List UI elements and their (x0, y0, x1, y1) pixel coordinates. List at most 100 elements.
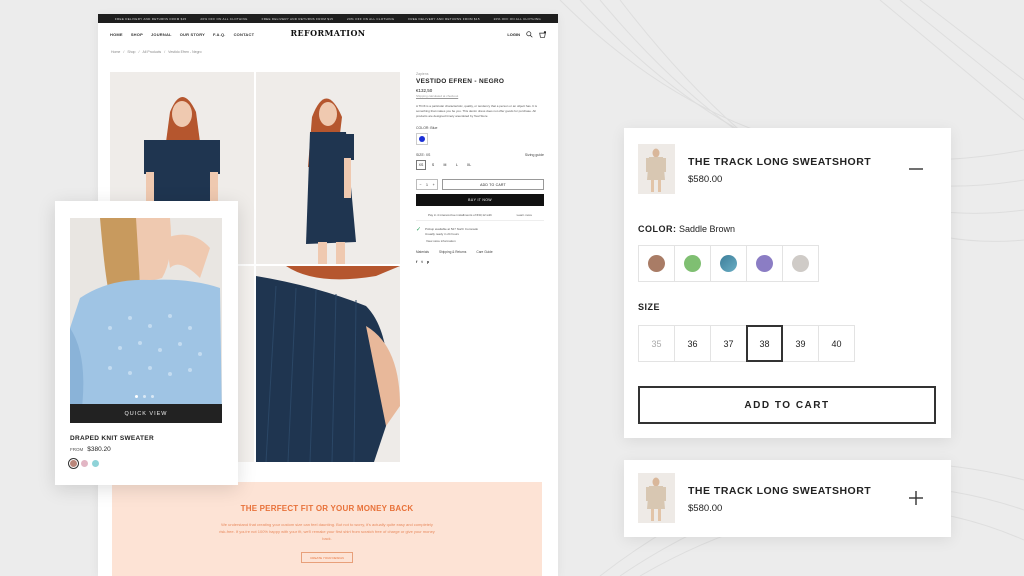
nav-link-journal[interactable]: JOURNAL (151, 32, 172, 37)
color-label-key: COLOR: (638, 224, 677, 234)
main-nav: HOME SHOP JOURNAL OUR STORY F.A.Q. CONTA… (98, 23, 558, 45)
quantity-stepper[interactable]: − 1 + (416, 179, 438, 190)
size-option[interactable]: 36 (674, 325, 711, 362)
product-price: $380.20 (87, 446, 111, 453)
color-swatch[interactable] (68, 458, 79, 469)
product-price: $580.00 (688, 174, 723, 185)
size-option[interactable]: XS (416, 160, 426, 170)
size-option[interactable]: M (440, 160, 450, 170)
product-thumbnail (638, 473, 675, 523)
create-design-button[interactable]: CREATE YOUR DESIGN (301, 552, 353, 563)
size-option[interactable]: L (452, 160, 462, 170)
announcement-bar: FREE DELIVERY AND RETURNS FROM $15 20% O… (98, 14, 558, 23)
add-to-cart-button[interactable]: ADD TO CART (442, 179, 544, 190)
size-option[interactable]: 39 (782, 325, 819, 362)
quick-view-card: QUICK VIEW DRAPED KNIT SWEATER FROM $380… (55, 201, 238, 485)
collapsed-product-card: THE TRACK LONG SWEATSHORT $580.00 (624, 460, 951, 537)
cart-icon[interactable] (539, 30, 546, 38)
product-brand[interactable]: Zapiens (416, 72, 544, 76)
product-image-detail-b[interactable] (256, 266, 400, 462)
color-label-value: Saddle Brown (679, 224, 736, 234)
product-name[interactable]: DRAPED KNIT SWEATER (70, 435, 154, 442)
store-logo[interactable]: REFORMATION (290, 28, 365, 38)
announcement-text: 20% OFF ON ALL CLOTHING (493, 16, 541, 21)
color-option-lavender[interactable] (746, 245, 783, 282)
size-option-selected[interactable]: 38 (746, 325, 783, 362)
variant-picker-card: THE TRACK LONG SWEATSHORT $580.00 COLOR:… (624, 128, 951, 438)
breadcrumb-all-products[interactable]: All Products (143, 50, 162, 54)
pickup-text: Pickup available at 527 North Coronado (425, 227, 479, 231)
product-price: €132,50 (416, 88, 433, 93)
search-icon[interactable] (526, 30, 533, 38)
price-prefix: FROM (70, 447, 84, 452)
announcement-text: FREE DELIVERY AND RETURNS FROM $15 (408, 16, 480, 21)
nav-link-home[interactable]: HOME (110, 32, 123, 37)
announcement-text: FREE DELIVERY AND RETURNS FROM $15 (261, 16, 334, 21)
nav-link-faq[interactable]: F.A.Q. (213, 32, 226, 37)
size-option-disabled: 35 (638, 325, 675, 362)
breadcrumb-shop[interactable]: Shop (127, 50, 135, 54)
color-option-teal[interactable] (710, 245, 747, 282)
facebook-icon[interactable]: f (416, 259, 417, 264)
plus-icon[interactable]: + (433, 183, 435, 187)
size-label: SIZE (638, 302, 661, 312)
size-option[interactable]: S (428, 160, 438, 170)
product-title: VESTIDO EFREN - NEGRO (416, 78, 505, 85)
nav-link-our-story[interactable]: OUR STORY (180, 32, 205, 37)
tab-care-guide[interactable]: Care Guide (476, 250, 492, 254)
product-title: THE TRACK LONG SWEATSHORT (688, 156, 872, 168)
login-link[interactable]: LOGIN (507, 32, 520, 37)
breadcrumb-separator: / (138, 50, 140, 54)
size-option[interactable]: XL (464, 160, 474, 170)
add-to-cart-button[interactable]: ADD TO CART (638, 386, 936, 424)
product-image-side[interactable] (256, 72, 400, 264)
breadcrumb-current: Vestido Efren - Negro (168, 50, 202, 54)
carousel-dots[interactable] (135, 395, 154, 398)
size-option[interactable]: 40 (818, 325, 855, 362)
check-icon: ✓ (416, 227, 422, 233)
breadcrumb-home[interactable]: Home (111, 50, 120, 54)
minus-icon[interactable]: − (419, 183, 421, 187)
size-guide-link[interactable]: Sizing guide (525, 153, 544, 157)
promo-text: We understand that creating your custom … (219, 522, 435, 541)
color-swatch[interactable] (81, 460, 88, 467)
product-title: THE TRACK LONG SWEATSHORT (688, 485, 872, 497)
product-info: Zapiens VESTIDO EFREN - NEGRO €132,50 Sh… (416, 72, 544, 264)
nav-link-contact[interactable]: CONTACT (234, 32, 255, 37)
buy-now-button[interactable]: BUY IT NOW (416, 194, 544, 206)
collapse-icon[interactable] (907, 160, 925, 178)
tab-shipping-returns[interactable]: Shipping & Returns (439, 250, 466, 254)
store-info-link[interactable]: View store information (426, 239, 544, 243)
twitter-icon[interactable]: t (421, 259, 422, 264)
expand-icon[interactable] (907, 489, 925, 507)
announcement-text: FREE DELIVERY AND RETURNS FROM $15 (114, 16, 187, 21)
learn-more-link[interactable]: Learn more (517, 213, 532, 217)
color-swatches (68, 458, 99, 469)
quick-view-button[interactable]: QUICK VIEW (70, 404, 222, 423)
color-swatch[interactable] (92, 460, 99, 467)
pickup-time: Usually ready in 24 hours (425, 231, 459, 236)
color-label: COLOR: Blue (416, 126, 438, 130)
color-option-grey[interactable] (782, 245, 819, 282)
size-options: 35 36 37 38 39 40 (638, 325, 855, 362)
promo-heading: THE PERFECT FIT OR YOUR MONEY BACK (240, 504, 414, 513)
size-label: SIZE: XS (416, 153, 431, 157)
color-label: COLOR: Saddle Brown (638, 224, 735, 234)
shipping-note[interactable]: Shipping calculated at checkout (416, 94, 544, 98)
pinterest-icon[interactable]: p (427, 259, 429, 264)
size-option[interactable]: 37 (710, 325, 747, 362)
color-swatch-blue[interactable] (416, 133, 428, 145)
nav-link-shop[interactable]: SHOP (131, 32, 143, 37)
breadcrumb-separator: / (123, 50, 125, 54)
color-option-saddle-brown[interactable] (638, 245, 675, 282)
tab-materials[interactable]: Materials (416, 250, 429, 254)
product-price: $580.00 (688, 503, 723, 514)
product-description: A Thrift is a particular characteristic,… (416, 104, 537, 118)
color-options (638, 245, 819, 282)
sweater-image[interactable]: QUICK VIEW (70, 218, 222, 423)
announcement-text: 20% OFF ON ALL CLOTHING (200, 16, 248, 21)
breadcrumb: Home / Shop / All Products / Vestido Efr… (98, 50, 558, 54)
color-option-green[interactable] (674, 245, 711, 282)
product-thumbnail (638, 144, 675, 194)
breadcrumb-separator: / (164, 50, 166, 54)
